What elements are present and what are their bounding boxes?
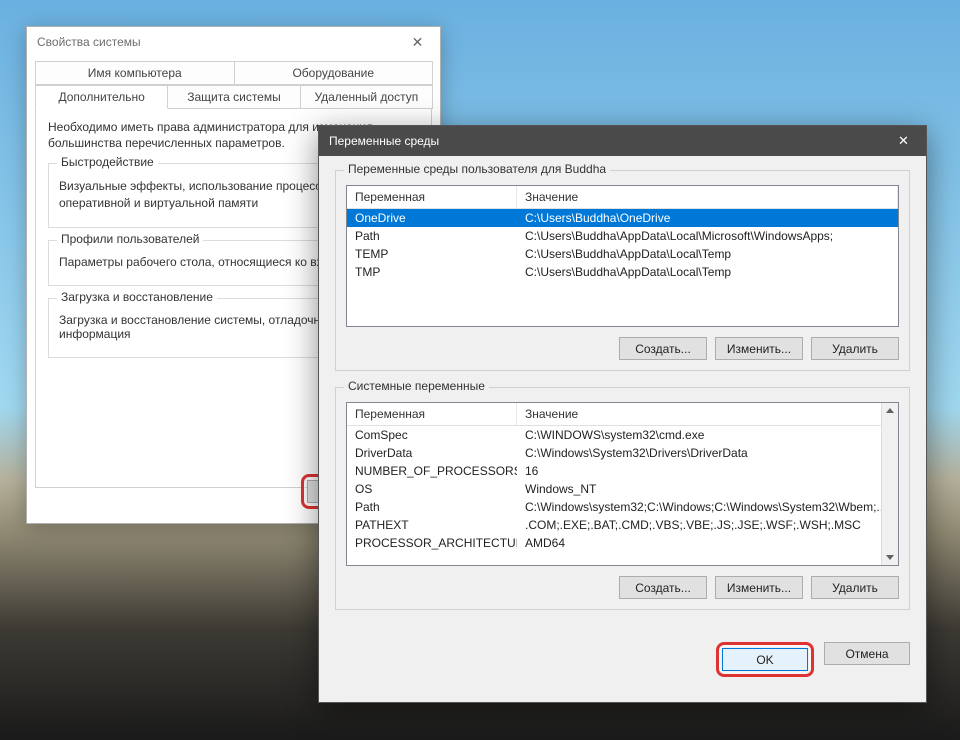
var-value: .COM;.EXE;.BAT;.CMD;.VBS;.VBE;.JS;.JSE;.…: [517, 516, 898, 534]
table-row[interactable]: PATHEXT.COM;.EXE;.BAT;.CMD;.VBS;.VBE;.JS…: [347, 516, 898, 534]
var-name: PATHEXT: [347, 516, 517, 534]
col-variable[interactable]: Переменная: [347, 403, 517, 425]
user-grid-header[interactable]: Переменная Значение: [347, 186, 898, 209]
col-variable[interactable]: Переменная: [347, 186, 517, 208]
var-value: AMD64: [517, 534, 898, 552]
var-name: ComSpec: [347, 426, 517, 444]
user-vars-legend: Переменные среды пользователя для Buddha: [344, 162, 610, 176]
col-value[interactable]: Значение: [517, 403, 898, 425]
var-value: C:\WINDOWS\system32\cmd.exe: [517, 426, 898, 444]
close-icon[interactable]: ✕: [395, 27, 440, 57]
sys-delete-button[interactable]: Удалить: [811, 576, 899, 599]
profiles-legend: Профили пользователей: [57, 232, 203, 246]
var-value: C:\Windows\System32\Drivers\DriverData: [517, 444, 898, 462]
var-name: PROCESSOR_ARCHITECTURE: [347, 534, 517, 552]
env-cancel-button[interactable]: Отмена: [824, 642, 910, 665]
table-row[interactable]: DriverDataC:\Windows\System32\Drivers\Dr…: [347, 444, 898, 462]
table-row[interactable]: PathC:\Users\Buddha\AppData\Local\Micros…: [347, 227, 898, 245]
tab-advanced[interactable]: Дополнительно: [35, 85, 168, 109]
var-value: 16: [517, 462, 898, 480]
sys-edit-button[interactable]: Изменить...: [715, 576, 803, 599]
var-value: C:\Users\Buddha\AppData\Local\Temp: [517, 263, 898, 281]
tab-system-protection[interactable]: Защита системы: [167, 85, 300, 109]
table-row[interactable]: PROCESSOR_ARCHITECTUREAMD64: [347, 534, 898, 552]
var-name: OS: [347, 480, 517, 498]
col-value[interactable]: Значение: [517, 186, 898, 208]
user-delete-button[interactable]: Удалить: [811, 337, 899, 360]
tab-computer-name[interactable]: Имя компьютера: [35, 61, 235, 85]
var-name: NUMBER_OF_PROCESSORS: [347, 462, 517, 480]
env-ok-button[interactable]: OK: [722, 648, 808, 671]
table-row[interactable]: NUMBER_OF_PROCESSORS16: [347, 462, 898, 480]
sys-new-button[interactable]: Создать...: [619, 576, 707, 599]
var-value: C:\Users\Buddha\AppData\Local\Microsoft\…: [517, 227, 898, 245]
env-title: Переменные среды: [329, 134, 439, 148]
tab-hardware[interactable]: Оборудование: [234, 61, 434, 85]
environment-variables-window: Переменные среды ✕ Переменные среды поль…: [318, 125, 927, 703]
var-value: C:\Windows\system32;C:\Windows;C:\Window…: [517, 498, 898, 516]
user-vars-grid[interactable]: Переменная Значение OneDriveC:\Users\Bud…: [346, 185, 899, 327]
table-row[interactable]: TMPC:\Users\Buddha\AppData\Local\Temp: [347, 263, 898, 281]
performance-legend: Быстродействие: [57, 155, 158, 169]
user-new-button[interactable]: Создать...: [619, 337, 707, 360]
system-vars-grid[interactable]: Переменная Значение ComSpecC:\WINDOWS\sy…: [346, 402, 899, 566]
var-value: Windows_NT: [517, 480, 898, 498]
table-row[interactable]: OneDriveC:\Users\Buddha\OneDrive: [347, 209, 898, 227]
boot-legend: Загрузка и восстановление: [57, 290, 217, 304]
var-name: DriverData: [347, 444, 517, 462]
var-name: Path: [347, 498, 517, 516]
user-vars-group: Переменные среды пользователя для Buddha…: [335, 170, 910, 371]
var-name: Path: [347, 227, 517, 245]
sysprops-title: Свойства системы: [37, 35, 141, 49]
close-icon[interactable]: ✕: [881, 126, 926, 156]
var-name: OneDrive: [347, 209, 517, 227]
var-name: TMP: [347, 263, 517, 281]
env-ok-highlight-ring: OK: [716, 642, 814, 677]
table-row[interactable]: OSWindows_NT: [347, 480, 898, 498]
scrollbar-vertical[interactable]: [881, 403, 898, 565]
var-value: C:\Users\Buddha\OneDrive: [517, 209, 898, 227]
table-row[interactable]: PathC:\Windows\system32;C:\Windows;C:\Wi…: [347, 498, 898, 516]
system-vars-group: Системные переменные Переменная Значение…: [335, 387, 910, 610]
table-row[interactable]: ComSpecC:\WINDOWS\system32\cmd.exe: [347, 426, 898, 444]
tab-remote[interactable]: Удаленный доступ: [300, 85, 433, 109]
var-value: C:\Users\Buddha\AppData\Local\Temp: [517, 245, 898, 263]
env-bottom-buttons: OK Отмена: [319, 642, 926, 677]
env-titlebar[interactable]: Переменные среды ✕: [319, 126, 926, 156]
var-name: TEMP: [347, 245, 517, 263]
sysprops-tabs-row1: Имя компьютера Оборудование: [27, 57, 440, 85]
sysprops-titlebar[interactable]: Свойства системы ✕: [27, 27, 440, 57]
system-vars-legend: Системные переменные: [344, 379, 489, 393]
table-row[interactable]: TEMPC:\Users\Buddha\AppData\Local\Temp: [347, 245, 898, 263]
user-edit-button[interactable]: Изменить...: [715, 337, 803, 360]
sys-grid-header[interactable]: Переменная Значение: [347, 403, 898, 426]
sysprops-tabs-row2: Дополнительно Защита системы Удаленный д…: [27, 85, 440, 109]
